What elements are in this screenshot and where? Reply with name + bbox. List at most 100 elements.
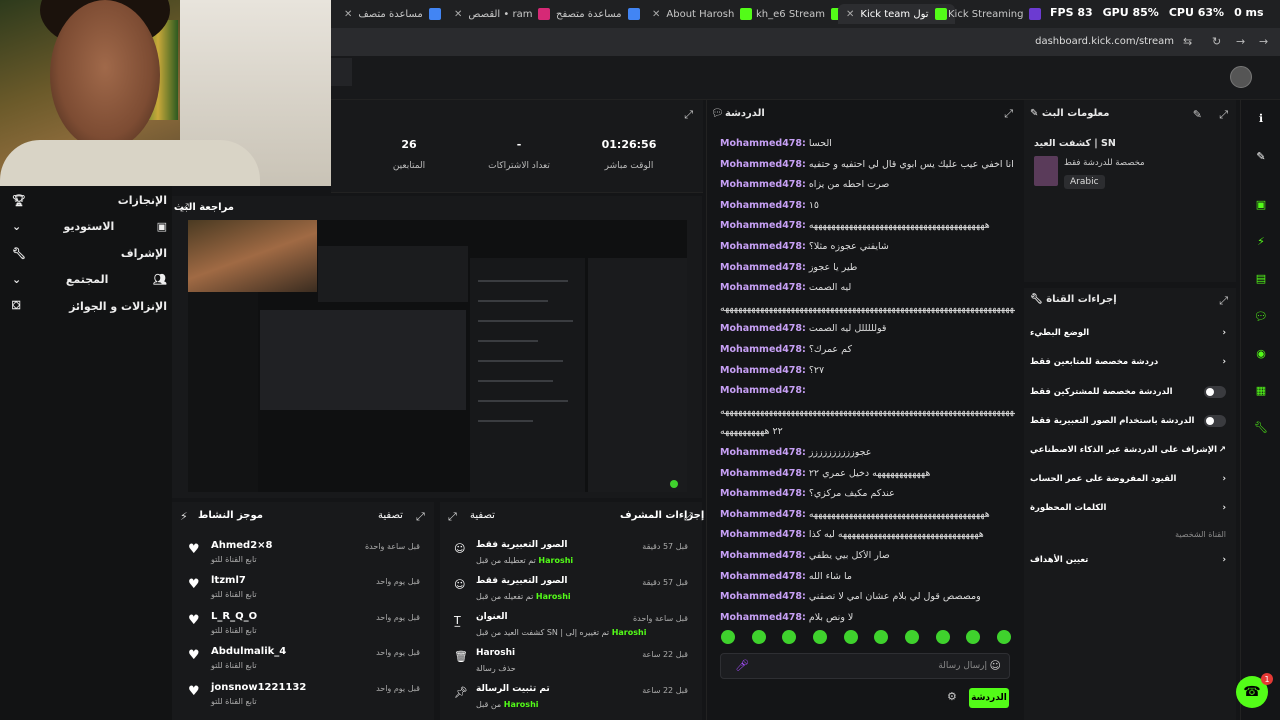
setting-followers-only[interactable]: دردشة مخصصة للمتابعين فقط › <box>1030 351 1226 373</box>
stream-preview-video[interactable] <box>188 220 687 492</box>
chat-username[interactable]: Mohammed478: <box>720 323 806 334</box>
filter-button[interactable]: تصفية <box>378 510 403 521</box>
chat-message[interactable]: Mohammed478: هههههههههههههههههههههههههههه… <box>720 529 1015 540</box>
tabs-icon[interactable]: ⇆ <box>1183 35 1192 48</box>
sidebar-item-drops[interactable]: ⛋ الإنزالات و الجوائز <box>12 296 167 316</box>
chat-message[interactable]: Mohammed478: ههههههههههههه دخيل عمري ٢٢ <box>720 468 1015 479</box>
chat-message[interactable]: Mohammed478: هههههههههههههههههههههههههههه… <box>720 220 1015 231</box>
chat-message[interactable]: ٢٢ ههههههههههه <box>720 426 1015 437</box>
chat-username[interactable]: Mohammed478: <box>720 488 806 499</box>
chat-message[interactable]: Mohammed478: ٢٧؟ <box>720 365 1015 376</box>
chat-username[interactable]: Mohammed478: <box>720 344 806 355</box>
setting-banned-words[interactable]: الكلمات المحظورة › <box>1030 497 1226 519</box>
broadcast-icon[interactable]: ◉ <box>1249 343 1273 363</box>
wrench-icon[interactable]: 🔧︎ <box>1249 417 1273 437</box>
emote-icon[interactable] <box>751 630 766 644</box>
chat-message[interactable]: Mohammed478: لا ونص بلام <box>720 612 1015 623</box>
emote-icon[interactable] <box>782 630 797 644</box>
subscribers-only-toggle[interactable] <box>1204 386 1226 398</box>
follower-name[interactable]: jonsnow1221132 <box>211 682 306 693</box>
chat-message[interactable]: Mohammed478: طير يا عجوز <box>720 262 1015 273</box>
edit-icon[interactable]: ✎ <box>1193 108 1202 121</box>
follower-name[interactable]: Ahmed2×8 <box>211 540 273 551</box>
lightning-icon[interactable]: ⚡︎ <box>1249 231 1273 251</box>
emote-icon[interactable] <box>874 630 889 644</box>
expand-icon[interactable]: ⤢ <box>448 510 457 524</box>
close-icon[interactable]: ✕ <box>846 9 854 20</box>
chat-input[interactable]: 🎤︎ إرسال رسالة ☺ <box>720 653 1010 679</box>
expand-icon[interactable]: ⤢ <box>416 510 425 524</box>
chat-message[interactable]: هههههههههههههههههههههههههههههههههههههههه… <box>720 406 1015 417</box>
filter-button[interactable]: تصفية <box>470 510 495 521</box>
chat-message[interactable]: Mohammed478: كم عمرك؟ <box>720 344 1015 355</box>
chat-username[interactable]: Mohammed478: <box>720 591 806 602</box>
browser-tab[interactable]: ✕ مساعدة متصف <box>336 4 449 24</box>
chat-message[interactable]: Mohammed478: هههههههههههههههههههههههههههه… <box>720 509 1015 520</box>
browser-tab[interactable]: kh_e6 Stream <box>748 4 851 24</box>
emote-icon[interactable] <box>904 630 919 644</box>
chat-icon[interactable]: 💬︎ <box>1249 306 1273 326</box>
setting-goals[interactable]: تعيين الأهداف › <box>1030 549 1226 571</box>
screen-icon[interactable]: ▣ <box>1249 194 1273 214</box>
send-chat-button[interactable]: الدردشة <box>969 688 1009 708</box>
moderator-name[interactable]: Haroshi <box>536 592 571 601</box>
user-avatar[interactable] <box>1230 66 1252 88</box>
chat-message[interactable]: Mohammed478: ومصصص قول لي بلام عشان امي ل… <box>720 591 1015 602</box>
chat-message[interactable]: Mohammed478: قولللللل ليه الصمت <box>720 323 1015 334</box>
chat-username[interactable]: Mohammed478: <box>720 262 806 273</box>
emote-icon[interactable] <box>721 630 735 644</box>
emote-icon[interactable] <box>996 630 1011 644</box>
chat-message[interactable]: Mohammed478: صرت احطه من يزاه <box>720 179 1015 190</box>
emote-icon[interactable] <box>935 630 950 644</box>
url-text[interactable]: dashboard.kick.com/stream <box>1035 36 1174 47</box>
chat-username[interactable]: Mohammed478: <box>720 550 806 561</box>
emote-icon[interactable] <box>843 630 858 644</box>
chat-username[interactable]: Mohammed478: <box>720 612 806 623</box>
browser-tab-active[interactable]: ✕ Kick team تول <box>838 4 955 24</box>
close-icon[interactable]: ✕ <box>652 9 660 20</box>
pencil-icon[interactable]: ✎ <box>1249 146 1273 166</box>
sidebar-item-moderation[interactable]: 🔧︎ الإشراف <box>12 243 167 263</box>
chat-message[interactable]: Mohammed478: ما شاء الله <box>720 571 1015 582</box>
chat-username[interactable]: Mohammed478: <box>720 529 806 540</box>
chat-username[interactable]: Mohammed478: <box>720 447 806 458</box>
chat-username[interactable]: Mohammed478: <box>720 282 806 293</box>
chat-message[interactable]: هههههههههههههههههههههههههههههههههههههههه… <box>720 303 1015 314</box>
emotes-only-toggle[interactable] <box>1204 415 1226 427</box>
expand-icon[interactable]: ⤢ <box>1219 294 1228 308</box>
chat-username[interactable]: Mohammed478: <box>720 509 806 520</box>
browser-tab[interactable]: مساعدة متصفح <box>548 4 648 24</box>
sidebar-item-studio[interactable]: ⌄ الاستوديو ▣ <box>12 216 167 236</box>
follower-name[interactable]: Abdulmalik_4 <box>211 646 286 657</box>
setting-slow-mode[interactable]: الوضع البطيء › <box>1030 322 1226 344</box>
expand-icon[interactable]: ⤢ <box>1219 108 1228 122</box>
chat-username[interactable]: Mohammed478: <box>720 241 806 252</box>
browser-tab[interactable]: ✕ القصص • ram <box>446 4 558 24</box>
emoji-icon[interactable]: ☺ <box>990 659 1001 672</box>
sidebar-item-community[interactable]: ⌄ المجتمع 👥︎ <box>12 269 167 289</box>
forward-icon[interactable]: → <box>1236 35 1245 48</box>
document-icon[interactable]: ▤ <box>1249 268 1273 288</box>
sidebar-item-achievements[interactable]: 🏆︎ الإنجازات <box>12 190 167 210</box>
chat-message[interactable]: Mohammed478: عندكم مكيف مركزي؟ <box>720 488 1015 499</box>
browser-tab[interactable]: Kick Streaming <box>940 4 1049 24</box>
back-icon[interactable]: → <box>1259 35 1268 48</box>
setting-ai-moderation[interactable]: الإشراف على الدردشة عبر الذكاء الاصطناعي… <box>1030 439 1226 461</box>
chat-message[interactable]: Mohammed478: شايفني عجوزه مثلا؟ <box>720 241 1015 252</box>
chat-username[interactable]: Mohammed478: <box>720 365 806 376</box>
moderator-name[interactable]: Haroshi <box>504 700 539 709</box>
emote-icon[interactable] <box>812 630 827 644</box>
gear-icon[interactable]: ⚙ <box>947 690 957 703</box>
setting-account-age[interactable]: القيود المفروضة على عمر الحساب › <box>1030 468 1226 490</box>
chat-message[interactable]: Mohammed478: ليه الصمت <box>720 282 1015 293</box>
emote-icon[interactable] <box>966 630 981 644</box>
close-icon[interactable]: ✕ <box>344 9 352 20</box>
info-icon[interactable]: ℹ <box>1249 108 1273 128</box>
follower-name[interactable]: L_R_Q_O <box>211 611 257 622</box>
expand-icon[interactable]: ⤢ <box>1004 107 1013 121</box>
microphone-icon[interactable]: 🎤︎ <box>735 659 749 672</box>
layout-icon[interactable]: ▦ <box>1249 380 1273 400</box>
chat-message[interactable]: Mohammed478: ١٥ <box>720 200 1015 211</box>
chat-username[interactable]: Mohammed478: <box>720 571 806 582</box>
chat-username[interactable]: Mohammed478: <box>720 468 806 479</box>
